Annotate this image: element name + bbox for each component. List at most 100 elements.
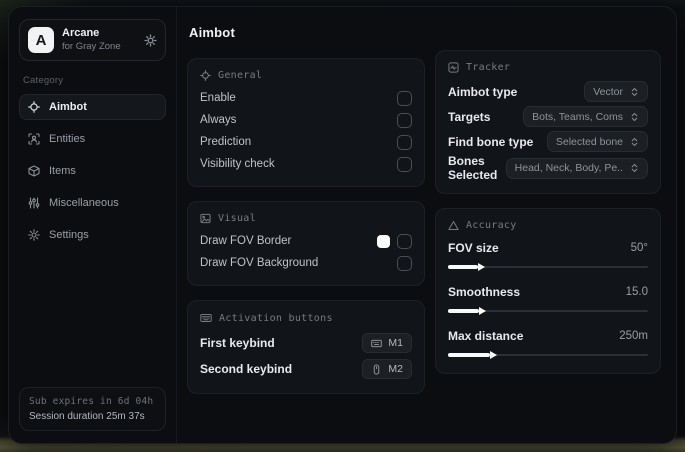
main-content: Aimbot General Enable Always Prediction … <box>177 7 676 443</box>
setting-label: Enable <box>200 92 236 104</box>
draw-fov-background-checkbox[interactable] <box>397 255 412 271</box>
setting-row-aimbot-type: Aimbot type Vector <box>448 79 648 104</box>
setting-row-first-keybind: First keybind M1 <box>200 330 412 356</box>
sidebar-item-items[interactable]: Items <box>19 158 166 184</box>
box-icon <box>28 165 40 177</box>
dropdown-value: Selected bone <box>555 135 623 148</box>
second-keybind-button[interactable]: M2 <box>362 359 412 379</box>
panel-accuracy: Accuracy FOV size 50° Smoothness 15.0 Ma… <box>435 208 661 374</box>
chevron-up-down-icon <box>630 137 639 147</box>
panel-tracker: Tracker Aimbot type Vector Targets Bots,… <box>435 50 661 194</box>
draw-fov-border-checkbox[interactable] <box>397 233 412 249</box>
sidebar-item-entities[interactable]: Entities <box>19 126 166 152</box>
chevron-up-down-icon <box>630 163 639 173</box>
setting-row-targets: Targets Bots, Teams, Coms <box>448 104 648 129</box>
panel-title: Visual <box>218 213 256 224</box>
panel-activation-buttons: Activation buttons First keybind M1 Seco… <box>187 300 425 394</box>
person-scan-icon <box>28 133 40 145</box>
mouse-icon <box>371 363 382 375</box>
slider-value: 15.0 <box>625 286 648 298</box>
max-distance-slider[interactable] <box>448 350 648 360</box>
setting-row-find-bone-type: Find bone type Selected bone <box>448 129 648 154</box>
panel-title: Tracker <box>466 62 511 73</box>
app-subtitle: for Gray Zone <box>62 40 121 52</box>
setting-label: Visibility check <box>200 158 275 170</box>
always-checkbox[interactable] <box>397 112 412 128</box>
subscription-info: Sub expires in 6d 04h Session duration 2… <box>19 387 166 431</box>
prediction-checkbox[interactable] <box>397 134 412 150</box>
setting-label: Targets <box>448 109 491 124</box>
setting-label: Max distance <box>448 329 524 343</box>
setting-label: Prediction <box>200 136 252 148</box>
setting-row-prediction: Prediction <box>200 131 412 153</box>
setting-row-smoothness: Smoothness 15.0 <box>448 281 648 316</box>
chevron-up-down-icon <box>630 112 639 122</box>
targets-dropdown[interactable]: Bots, Teams, Coms <box>523 106 648 127</box>
setting-label: Second keybind <box>200 362 293 376</box>
bones-selected-dropdown[interactable]: Head, Neck, Body, Pe.. <box>505 157 648 179</box>
aimbot-type-dropdown[interactable]: Vector <box>584 81 648 102</box>
sidebar-item-label: Entities <box>49 133 86 145</box>
sidebar-item-miscellaneous[interactable]: Miscellaneous <box>19 190 166 216</box>
fov-size-slider[interactable] <box>448 262 648 272</box>
enable-checkbox[interactable] <box>397 90 412 106</box>
slider-thumb[interactable] <box>478 263 485 271</box>
sidebar-item-aimbot[interactable]: Aimbot <box>19 94 166 120</box>
panel-title: General <box>218 70 263 81</box>
setting-label: First keybind <box>200 336 275 350</box>
setting-row-enable: Enable <box>200 87 412 109</box>
setting-row-draw-fov-border: Draw FOV Border <box>200 230 412 252</box>
slider-thumb[interactable] <box>479 307 486 315</box>
category-label: Category <box>23 75 64 86</box>
setting-label: Always <box>200 114 237 126</box>
setting-label: Draw FOV Border <box>200 235 292 247</box>
panel-visual: Visual Draw FOV Border Draw FOV Backgrou… <box>187 201 425 286</box>
panel-general: General Enable Always Prediction Visibil… <box>187 58 425 187</box>
setting-label: Draw FOV Background <box>200 257 319 269</box>
setting-label: Bones Selected <box>448 154 498 182</box>
sidebar-item-settings[interactable]: Settings <box>19 222 166 248</box>
activity-icon <box>448 62 459 73</box>
sidebar-item-label: Miscellaneous <box>49 197 119 209</box>
setting-label: Find bone type <box>448 134 534 149</box>
game-background: A Arcane for Gray Zone Category Aimbot E… <box>0 0 685 452</box>
slider-thumb[interactable] <box>490 351 497 359</box>
chevron-up-down-icon <box>630 87 639 97</box>
app-window: A Arcane for Gray Zone Category Aimbot E… <box>8 6 677 444</box>
triangle-icon <box>448 220 459 231</box>
dropdown-value: Bots, Teams, Coms <box>532 110 623 123</box>
sub-expires-text: Sub expires in 6d 04h <box>29 396 154 407</box>
setting-label: Smoothness <box>448 285 521 299</box>
session-duration-text: Session duration 25m 37s <box>29 411 145 422</box>
setting-row-max-distance: Max distance 250m <box>448 325 648 360</box>
setting-row-always: Always <box>200 109 412 131</box>
sidebar: A Arcane for Gray Zone Category Aimbot E… <box>9 7 177 443</box>
app-name: Arcane <box>62 27 100 40</box>
sidebar-nav: Aimbot Entities Items Miscellaneous Sett… <box>19 94 166 248</box>
dropdown-value: Vector <box>593 85 623 98</box>
setting-row-visibility-check: Visibility check <box>200 153 412 175</box>
panel-title: Activation buttons <box>219 312 333 324</box>
app-logo: A <box>28 27 54 53</box>
color-swatch[interactable] <box>377 234 390 248</box>
sidebar-item-label: Settings <box>49 229 89 241</box>
find-bone-type-dropdown[interactable]: Selected bone <box>546 131 648 152</box>
crosshair-icon <box>28 101 40 113</box>
gear-icon[interactable] <box>144 33 157 47</box>
keyboard-icon <box>371 338 383 349</box>
setting-row-bones-selected: Bones Selected Head, Neck, Body, Pe.. <box>448 154 648 182</box>
keybind-value: M1 <box>388 337 403 349</box>
keyboard-icon <box>200 312 212 324</box>
page-title: Aimbot <box>189 25 235 40</box>
slider-value: 50° <box>630 242 648 254</box>
first-keybind-button[interactable]: M1 <box>362 333 412 353</box>
keybind-value: M2 <box>388 363 403 375</box>
app-logo-card: A Arcane for Gray Zone <box>19 19 166 61</box>
visibility-check-checkbox[interactable] <box>397 156 412 172</box>
setting-row-draw-fov-background: Draw FOV Background <box>200 252 412 274</box>
setting-label: Aimbot type <box>448 84 518 99</box>
sidebar-item-label: Items <box>49 165 76 177</box>
panel-title: Accuracy <box>466 220 517 231</box>
sliders-icon <box>28 197 40 209</box>
smoothness-slider[interactable] <box>448 306 648 316</box>
